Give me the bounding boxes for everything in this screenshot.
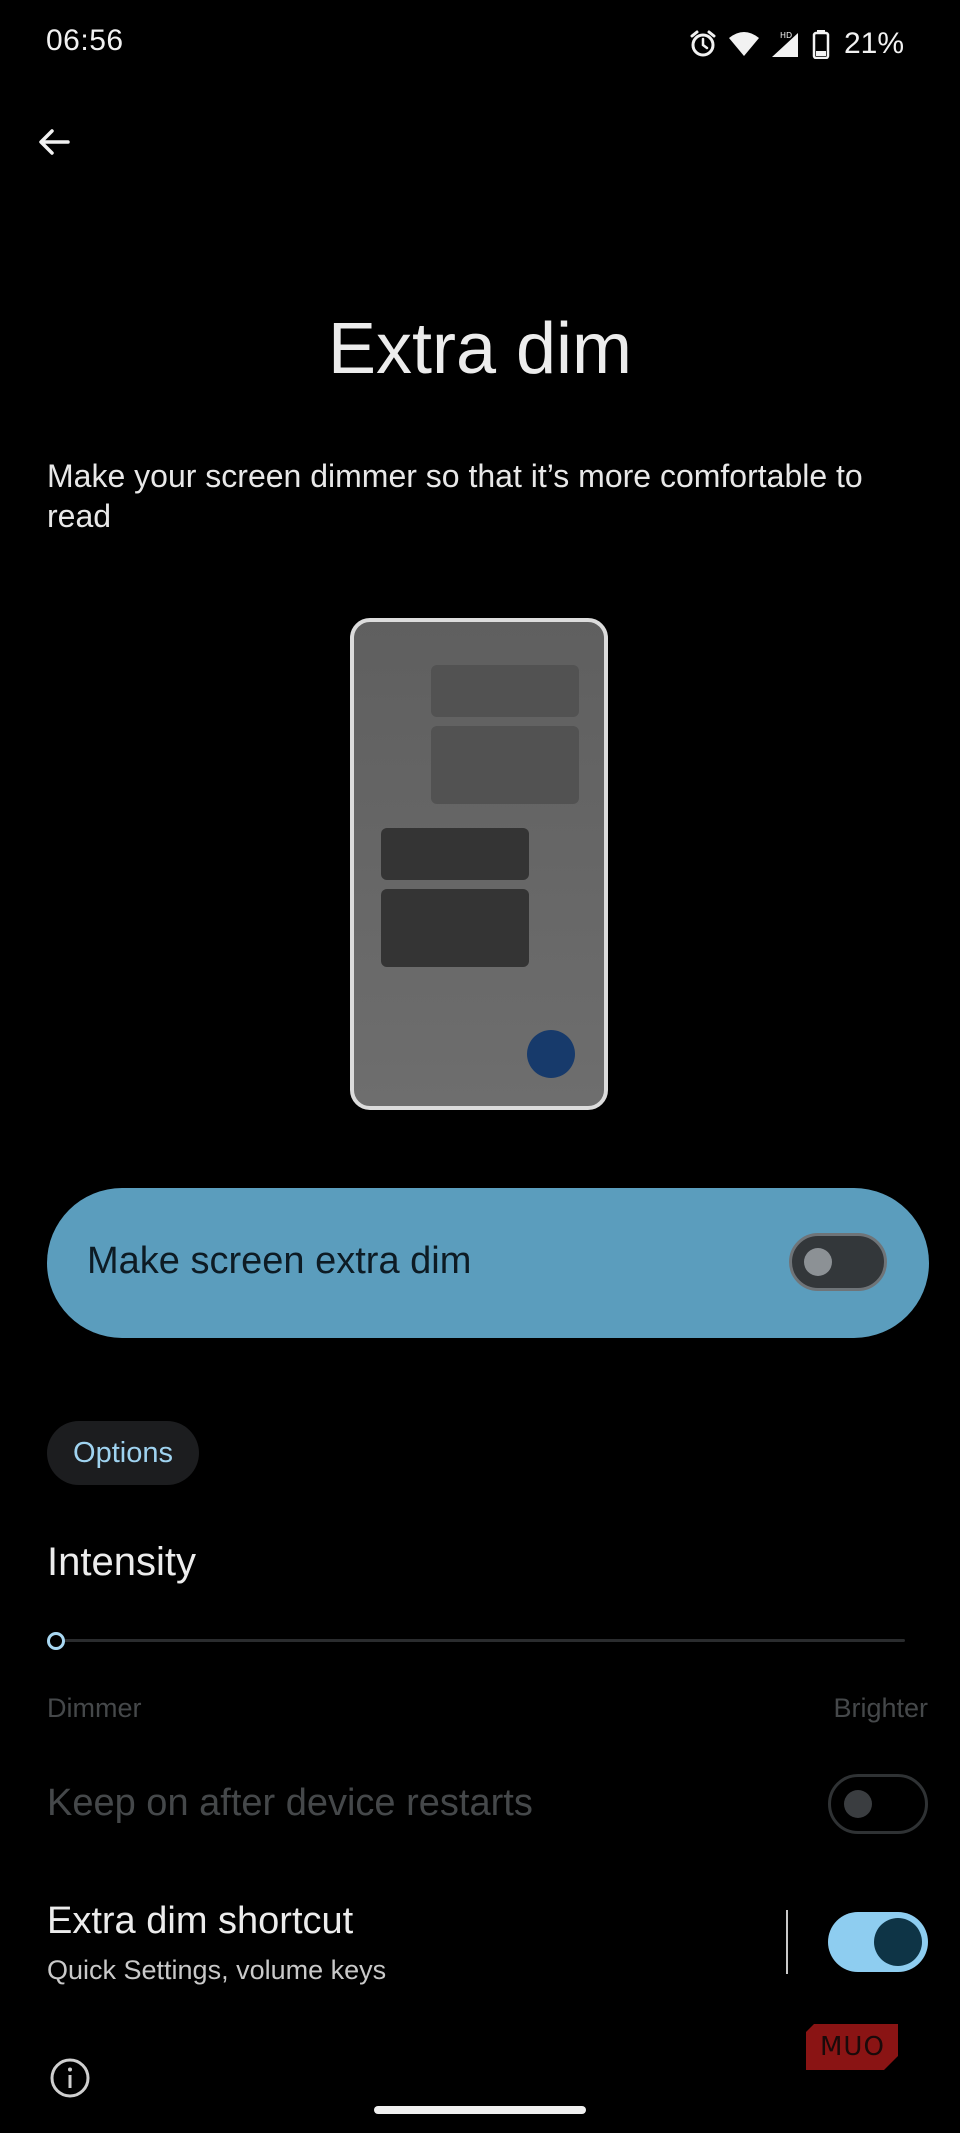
slider-track bbox=[57, 1639, 905, 1642]
slider-min-label: Dimmer bbox=[47, 1693, 142, 1723]
keep-on-switch bbox=[828, 1774, 928, 1834]
extra-dim-shortcut-switch[interactable] bbox=[828, 1912, 928, 1972]
vertical-divider bbox=[786, 1910, 788, 1974]
info-icon bbox=[50, 2058, 90, 2098]
arrow-back-icon bbox=[39, 129, 70, 155]
intensity-slider[interactable] bbox=[47, 1628, 905, 1652]
status-time: 06:56 bbox=[46, 24, 124, 57]
watermark-logo: MUO bbox=[806, 2024, 898, 2070]
extra-dim-shortcut-subtitle: Quick Settings, volume keys bbox=[47, 1955, 387, 1985]
battery-percent: 21% bbox=[843, 27, 904, 60]
switch-thumb bbox=[844, 1790, 872, 1818]
make-screen-extra-dim-switch[interactable] bbox=[789, 1233, 887, 1291]
page-description: Make your screen dimmer so that it’s mor… bbox=[47, 458, 863, 534]
alarm-icon bbox=[690, 30, 716, 57]
back-button[interactable] bbox=[26, 114, 82, 170]
make-screen-extra-dim-label: Make screen extra dim bbox=[87, 1240, 472, 1282]
home-indicator[interactable] bbox=[374, 2106, 586, 2114]
watermark-text: MUO bbox=[820, 2032, 885, 2062]
make-screen-extra-dim-row[interactable]: Make screen extra dim bbox=[47, 1188, 929, 1338]
phone-illustration bbox=[350, 618, 608, 1110]
page-title: Extra dim bbox=[327, 309, 633, 389]
intensity-title: Intensity bbox=[47, 1540, 196, 1584]
battery-icon bbox=[812, 30, 830, 59]
svg-text:HD: HD bbox=[780, 31, 792, 40]
status-icons: HD 21% bbox=[688, 22, 904, 66]
keep-on-label: Keep on after device restarts bbox=[47, 1782, 533, 1824]
slider-thumb[interactable] bbox=[47, 1632, 65, 1650]
switch-thumb bbox=[804, 1248, 832, 1276]
switch-thumb bbox=[874, 1918, 922, 1966]
slider-max-label: Brighter bbox=[833, 1693, 928, 1723]
wifi-icon bbox=[728, 32, 759, 56]
extra-dim-shortcut-title[interactable]: Extra dim shortcut bbox=[47, 1900, 353, 1943]
signal-hd-icon: HD bbox=[771, 31, 798, 57]
options-chip: Options bbox=[47, 1421, 199, 1485]
